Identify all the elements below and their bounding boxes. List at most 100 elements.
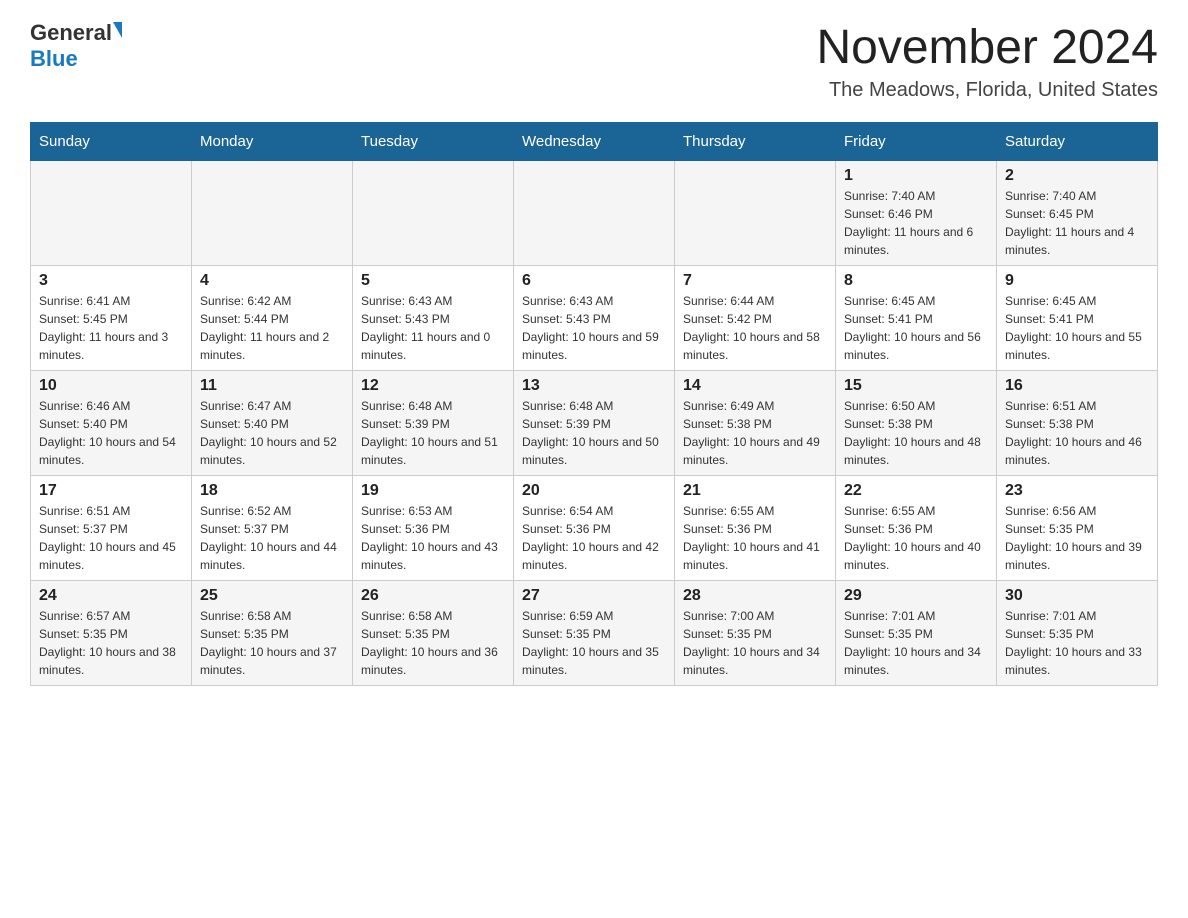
day-number: 29 — [844, 587, 988, 605]
calendar-cell: 20 Sunrise: 6:54 AM Sunset: 5:36 PM Dayli… — [514, 476, 675, 581]
calendar-cell: 30 Sunrise: 7:01 AM Sunset: 5:35 PM Dayli… — [997, 581, 1158, 686]
calendar-header-sunday: Sunday — [31, 123, 192, 161]
day-number: 1 — [844, 167, 988, 185]
day-number: 19 — [361, 482, 505, 500]
logo-blue-text: Blue — [30, 46, 78, 72]
day-info: Sunrise: 6:49 AM Sunset: 5:38 PM Dayligh… — [683, 397, 827, 469]
calendar-subtitle: The Meadows, Florida, United States — [816, 79, 1158, 102]
calendar-cell: 3 Sunrise: 6:41 AM Sunset: 5:45 PM Daylig… — [31, 266, 192, 371]
calendar-header-friday: Friday — [836, 123, 997, 161]
day-number: 5 — [361, 272, 505, 290]
calendar-week-row: 10 Sunrise: 6:46 AM Sunset: 5:40 PM Dayli… — [31, 371, 1158, 476]
calendar-header-saturday: Saturday — [997, 123, 1158, 161]
day-number: 6 — [522, 272, 666, 290]
calendar-cell: 28Sunrise: 7:00 AM Sunset: 5:35 PM Dayli… — [675, 581, 836, 686]
day-number: 30 — [1005, 587, 1149, 605]
day-number: 9 — [1005, 272, 1149, 290]
calendar-cell: 18 Sunrise: 6:52 AM Sunset: 5:37 PM Dayli… — [192, 476, 353, 581]
calendar-week-row: 3 Sunrise: 6:41 AM Sunset: 5:45 PM Daylig… — [31, 266, 1158, 371]
day-info: Sunrise: 6:53 AM Sunset: 5:36 PM Dayligh… — [361, 502, 505, 574]
day-info: Sunrise: 6:56 AM Sunset: 5:35 PM Dayligh… — [1005, 502, 1149, 574]
calendar-header-tuesday: Tuesday — [353, 123, 514, 161]
calendar-week-row: 17Sunrise: 6:51 AM Sunset: 5:37 PM Dayli… — [31, 476, 1158, 581]
day-info: Sunrise: 6:57 AM Sunset: 5:35 PM Dayligh… — [39, 607, 183, 679]
calendar-cell: 21 Sunrise: 6:55 AM Sunset: 5:36 PM Dayli… — [675, 476, 836, 581]
day-info: Sunrise: 6:42 AM Sunset: 5:44 PM Dayligh… — [200, 292, 344, 364]
day-number: 17 — [39, 482, 183, 500]
day-number: 15 — [844, 377, 988, 395]
calendar-cell: 27 Sunrise: 6:59 AM Sunset: 5:35 PM Dayli… — [514, 581, 675, 686]
title-area: November 2024 The Meadows, Florida, Unit… — [816, 20, 1158, 102]
day-info: Sunrise: 6:45 AM Sunset: 5:41 PM Dayligh… — [844, 292, 988, 364]
calendar-cell: 6Sunrise: 6:43 AM Sunset: 5:43 PM Daylig… — [514, 266, 675, 371]
calendar-cell — [192, 161, 353, 266]
day-number: 24 — [39, 587, 183, 605]
day-number: 18 — [200, 482, 344, 500]
day-info: Sunrise: 6:50 AM Sunset: 5:38 PM Dayligh… — [844, 397, 988, 469]
day-info: Sunrise: 6:44 AM Sunset: 5:42 PM Dayligh… — [683, 292, 827, 364]
calendar-cell — [31, 161, 192, 266]
day-number: 3 — [39, 272, 183, 290]
day-info: Sunrise: 6:48 AM Sunset: 5:39 PM Dayligh… — [522, 397, 666, 469]
day-info: Sunrise: 7:00 AM Sunset: 5:35 PM Dayligh… — [683, 607, 827, 679]
day-number: 21 — [683, 482, 827, 500]
day-info: Sunrise: 7:40 AM Sunset: 6:45 PM Dayligh… — [1005, 187, 1149, 259]
day-info: Sunrise: 6:47 AM Sunset: 5:40 PM Dayligh… — [200, 397, 344, 469]
day-number: 25 — [200, 587, 344, 605]
calendar-title: November 2024 — [816, 20, 1158, 75]
calendar-header-wednesday: Wednesday — [514, 123, 675, 161]
day-number: 22 — [844, 482, 988, 500]
day-number: 4 — [200, 272, 344, 290]
day-info: Sunrise: 6:55 AM Sunset: 5:36 PM Dayligh… — [683, 502, 827, 574]
calendar-cell: 9 Sunrise: 6:45 AM Sunset: 5:41 PM Daylig… — [997, 266, 1158, 371]
calendar-cell: 12Sunrise: 6:48 AM Sunset: 5:39 PM Dayli… — [353, 371, 514, 476]
calendar-cell: 2 Sunrise: 7:40 AM Sunset: 6:45 PM Daylig… — [997, 161, 1158, 266]
day-number: 23 — [1005, 482, 1149, 500]
day-number: 7 — [683, 272, 827, 290]
calendar-cell: 7 Sunrise: 6:44 AM Sunset: 5:42 PM Daylig… — [675, 266, 836, 371]
day-info: Sunrise: 6:59 AM Sunset: 5:35 PM Dayligh… — [522, 607, 666, 679]
calendar-cell: 22Sunrise: 6:55 AM Sunset: 5:36 PM Dayli… — [836, 476, 997, 581]
day-number: 14 — [683, 377, 827, 395]
calendar-cell: 10 Sunrise: 6:46 AM Sunset: 5:40 PM Dayli… — [31, 371, 192, 476]
day-number: 20 — [522, 482, 666, 500]
day-number: 26 — [361, 587, 505, 605]
calendar-cell: 23 Sunrise: 6:56 AM Sunset: 5:35 PM Dayli… — [997, 476, 1158, 581]
calendar-cell: 8 Sunrise: 6:45 AM Sunset: 5:41 PM Daylig… — [836, 266, 997, 371]
day-number: 13 — [522, 377, 666, 395]
day-info: Sunrise: 6:54 AM Sunset: 5:36 PM Dayligh… — [522, 502, 666, 574]
logo-arrow-icon — [113, 22, 122, 38]
day-info: Sunrise: 7:01 AM Sunset: 5:35 PM Dayligh… — [844, 607, 988, 679]
calendar-week-row: 1 Sunrise: 7:40 AM Sunset: 6:46 PM Daylig… — [31, 161, 1158, 266]
day-number: 10 — [39, 377, 183, 395]
day-number: 27 — [522, 587, 666, 605]
day-info: Sunrise: 7:40 AM Sunset: 6:46 PM Dayligh… — [844, 187, 988, 259]
day-info: Sunrise: 6:41 AM Sunset: 5:45 PM Dayligh… — [39, 292, 183, 364]
day-info: Sunrise: 7:01 AM Sunset: 5:35 PM Dayligh… — [1005, 607, 1149, 679]
calendar-header-thursday: Thursday — [675, 123, 836, 161]
calendar-cell: 16 Sunrise: 6:51 AM Sunset: 5:38 PM Dayli… — [997, 371, 1158, 476]
calendar-cell: 1 Sunrise: 7:40 AM Sunset: 6:46 PM Daylig… — [836, 161, 997, 266]
day-info: Sunrise: 6:46 AM Sunset: 5:40 PM Dayligh… — [39, 397, 183, 469]
day-info: Sunrise: 6:45 AM Sunset: 5:41 PM Dayligh… — [1005, 292, 1149, 364]
calendar-table: SundayMondayTuesdayWednesdayThursdayFrid… — [30, 122, 1158, 686]
calendar-cell: 14 Sunrise: 6:49 AM Sunset: 5:38 PM Dayli… — [675, 371, 836, 476]
day-number: 16 — [1005, 377, 1149, 395]
calendar-cell: 15 Sunrise: 6:50 AM Sunset: 5:38 PM Dayli… — [836, 371, 997, 476]
calendar-cell — [514, 161, 675, 266]
day-info: Sunrise: 6:52 AM Sunset: 5:37 PM Dayligh… — [200, 502, 344, 574]
day-info: Sunrise: 6:51 AM Sunset: 5:38 PM Dayligh… — [1005, 397, 1149, 469]
calendar-cell — [353, 161, 514, 266]
calendar-week-row: 24 Sunrise: 6:57 AM Sunset: 5:35 PM Dayli… — [31, 581, 1158, 686]
day-number: 2 — [1005, 167, 1149, 185]
logo: General Blue — [30, 20, 122, 72]
calendar-cell: 26 Sunrise: 6:58 AM Sunset: 5:35 PM Dayli… — [353, 581, 514, 686]
calendar-cell: 25Sunrise: 6:58 AM Sunset: 5:35 PM Dayli… — [192, 581, 353, 686]
calendar-cell: 17Sunrise: 6:51 AM Sunset: 5:37 PM Dayli… — [31, 476, 192, 581]
calendar-cell: 4 Sunrise: 6:42 AM Sunset: 5:44 PM Daylig… — [192, 266, 353, 371]
calendar-cell: 24 Sunrise: 6:57 AM Sunset: 5:35 PM Dayli… — [31, 581, 192, 686]
day-info: Sunrise: 6:58 AM Sunset: 5:35 PM Dayligh… — [361, 607, 505, 679]
day-number: 8 — [844, 272, 988, 290]
calendar-cell — [675, 161, 836, 266]
page-header: General Blue November 2024 The Meadows, … — [30, 20, 1158, 102]
